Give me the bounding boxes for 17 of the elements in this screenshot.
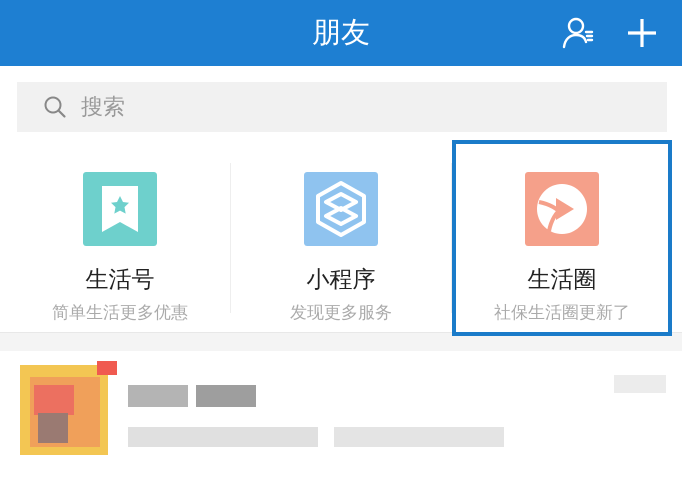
entry-tile[interactable]: 生活号 简单生活更多优惠 xyxy=(10,140,230,336)
bookmark-icon xyxy=(83,172,157,246)
entry-subtitle: 简单生活更多优惠 xyxy=(52,302,188,324)
search-input[interactable]: 搜索 xyxy=(79,94,383,120)
entry-title: 生活圈 xyxy=(528,266,596,295)
entry-subtitle: 发现更多服务 xyxy=(290,302,392,324)
add-icon[interactable] xyxy=(626,17,658,49)
play-icon xyxy=(525,172,599,246)
entry-tile[interactable]: 小程序 发现更多服务 xyxy=(231,140,451,336)
entry-subtitle: 社保生活圈更新了 xyxy=(494,302,630,324)
entry-title: 生活号 xyxy=(86,266,154,295)
contacts-icon[interactable] xyxy=(562,16,596,50)
search-bar[interactable]: 搜索 xyxy=(17,82,667,132)
entry-title: 小程序 xyxy=(306,266,376,295)
entry-tile[interactable]: 生活圈 社保生活圈更新了 xyxy=(452,140,672,336)
page-title: 朋友 xyxy=(312,14,370,51)
search-icon xyxy=(43,95,67,119)
